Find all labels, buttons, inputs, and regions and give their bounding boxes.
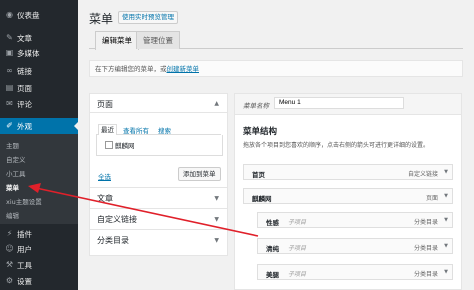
subtab-view-all[interactable]: 查看所有 <box>123 125 149 135</box>
page-icon: ▤ <box>5 83 14 92</box>
menu-name-label: 菜单名称 <box>243 102 269 110</box>
expand-arrow-icon[interactable]: ▼ <box>214 237 219 244</box>
appearance-submenu: 主题 自定义 小工具 菜单 xiu主题设置 编辑 <box>0 134 78 224</box>
appearance-icon: ✐ <box>6 121 13 130</box>
submenu-menus[interactable]: 菜单 <box>6 182 19 192</box>
edit-notice: 在下方编辑您的菜单，或创建新菜单 <box>89 60 463 77</box>
users-icon: ☺ <box>5 244 14 253</box>
page-title: 菜单 <box>89 12 114 26</box>
menu-item[interactable]: 麒麟网 页面 ▼ <box>243 188 453 204</box>
expand-arrow-icon[interactable]: ▼ <box>444 217 448 223</box>
sidebar-item-users[interactable]: ☺ 用户 <box>0 241 78 256</box>
pages-section-title[interactable]: 页面 <box>97 99 113 110</box>
admin-sidebar: ◉ 仪表盘 ✎ 文章 ▣ 多媒体 ∞ 链接 ▤ 页面 ✉ 评论 ✐ 外观 主题 自定义 小工具… <box>0 0 78 290</box>
expand-arrow-icon[interactable]: ▼ <box>214 195 219 202</box>
sidebar-item-links[interactable]: ∞ 链接 <box>0 63 78 78</box>
sidebar-item-dashboard[interactable]: ◉ 仪表盘 <box>0 7 78 22</box>
plugin-icon: ⚡ <box>6 229 13 238</box>
tools-icon: ⚒ <box>5 260 14 269</box>
subtab-recent[interactable]: 最近 <box>98 124 117 135</box>
menu-item[interactable]: 首页 自定义链接 ▼ <box>243 164 453 180</box>
divider <box>90 229 227 230</box>
page-checkbox-label: 麒麟网 <box>115 142 135 150</box>
categories-section-title[interactable]: 分类目录 <box>97 235 129 246</box>
sidebar-item-pages[interactable]: ▤ 页面 <box>0 80 78 95</box>
pages-checklist: 麒麟网 <box>96 135 223 156</box>
live-preview-button[interactable]: 使用实时预览管理 <box>118 11 178 24</box>
sidebar-item-plugins[interactable]: ⚡ 插件 <box>0 226 78 241</box>
submenu-xiu-settings[interactable]: xiu主题设置 <box>6 196 42 206</box>
settings-icon: ⚙ <box>5 276 14 285</box>
tab-edit-menus[interactable]: 编辑菜单 <box>95 31 139 50</box>
menu-name-input[interactable] <box>274 97 404 109</box>
dashboard-icon: ◉ <box>6 10 13 19</box>
menu-item[interactable]: 清纯 子项目 分类目录 ▼ <box>257 238 453 254</box>
divider <box>90 112 227 113</box>
sidebar-item-tools[interactable]: ⚒ 工具 <box>0 257 78 272</box>
sidebar-item-appearance[interactable]: ✐ 外观 <box>0 118 78 134</box>
custom-links-section-title[interactable]: 自定义链接 <box>97 214 137 225</box>
expand-arrow-icon[interactable]: ▼ <box>444 193 448 199</box>
menu-structure-desc: 拖放各个项目到您喜欢的顺序，点击右侧的箭头可进行更详细的设置。 <box>243 142 430 149</box>
subtab-search[interactable]: 搜索 <box>158 125 171 135</box>
select-all-link[interactable]: 全选 <box>98 171 111 181</box>
divider <box>90 187 227 188</box>
tab-manage-locations[interactable]: 管理位置 <box>136 31 180 49</box>
add-items-panel: 页面 ▲ 最近 查看所有 搜索 麒麟网 全选 添加到菜单 文章 ▼ 自定义链接 … <box>89 93 228 256</box>
pin-icon: ✎ <box>6 33 13 42</box>
sidebar-item-settings[interactable]: ⚙ 设置 <box>0 273 78 288</box>
sidebar-item-media[interactable]: ▣ 多媒体 <box>0 45 78 60</box>
expand-arrow-icon[interactable]: ▼ <box>444 243 448 249</box>
submenu-widgets[interactable]: 小工具 <box>6 168 26 178</box>
collapse-arrow-icon[interactable]: ▲ <box>214 100 219 107</box>
menu-name-bar: 菜单名称 <box>235 94 461 115</box>
sidebar-item-comments[interactable]: ✉ 评论 <box>0 96 78 111</box>
submenu-editor[interactable]: 编辑 <box>6 210 19 220</box>
expand-arrow-icon[interactable]: ▼ <box>444 269 448 275</box>
submenu-customize[interactable]: 自定义 <box>6 154 26 164</box>
menu-structure-title: 菜单结构 <box>243 127 278 137</box>
create-menu-link[interactable]: 创建新菜单 <box>167 65 200 73</box>
media-icon: ▣ <box>5 48 14 57</box>
link-icon: ∞ <box>6 66 13 75</box>
divider <box>90 208 227 209</box>
menu-item[interactable]: 性感 子项目 分类目录 ▼ <box>257 212 453 228</box>
expand-arrow-icon[interactable]: ▼ <box>444 169 448 175</box>
posts-section-title[interactable]: 文章 <box>97 193 113 204</box>
menu-structure-panel: 菜单名称 菜单结构 拖放各个项目到您喜欢的顺序，点击右侧的箭头可进行更详细的设置… <box>234 93 462 290</box>
sidebar-item-posts[interactable]: ✎ 文章 <box>0 30 78 45</box>
comment-icon: ✉ <box>6 99 13 108</box>
active-indicator <box>74 122 78 130</box>
page-checkbox[interactable] <box>105 141 113 149</box>
menu-item[interactable]: 美腿 子项目 分类目录 ▼ <box>257 264 453 280</box>
expand-arrow-icon[interactable]: ▼ <box>214 216 219 223</box>
submenu-themes[interactable]: 主题 <box>6 140 19 150</box>
add-to-menu-button[interactable]: 添加到菜单 <box>178 167 221 181</box>
